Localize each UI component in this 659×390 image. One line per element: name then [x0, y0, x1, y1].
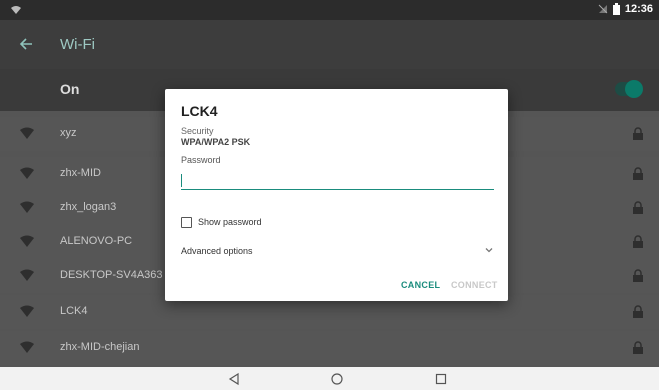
nav-recents-icon[interactable] [434, 372, 448, 386]
password-label: Password [181, 155, 221, 165]
connect-button[interactable]: CONNECT [451, 280, 498, 290]
nav-home-icon[interactable] [330, 372, 344, 386]
chevron-down-icon[interactable] [484, 245, 494, 255]
cancel-button[interactable]: CANCEL [401, 280, 440, 290]
security-value: WPA/WPA2 PSK [181, 137, 251, 147]
wifi-connect-dialog: LCK4 Security WPA/WPA2 PSK Password Show… [165, 89, 508, 301]
text-cursor [181, 174, 182, 187]
nav-back-icon[interactable] [227, 372, 241, 386]
dialog-title: LCK4 [181, 103, 218, 119]
security-label: Security [181, 126, 214, 136]
navigation-bar [0, 367, 659, 390]
show-password-label[interactable]: Show password [198, 217, 262, 227]
show-password-checkbox[interactable] [181, 217, 192, 228]
password-input[interactable] [181, 171, 494, 190]
advanced-options-label[interactable]: Advanced options [181, 246, 253, 256]
